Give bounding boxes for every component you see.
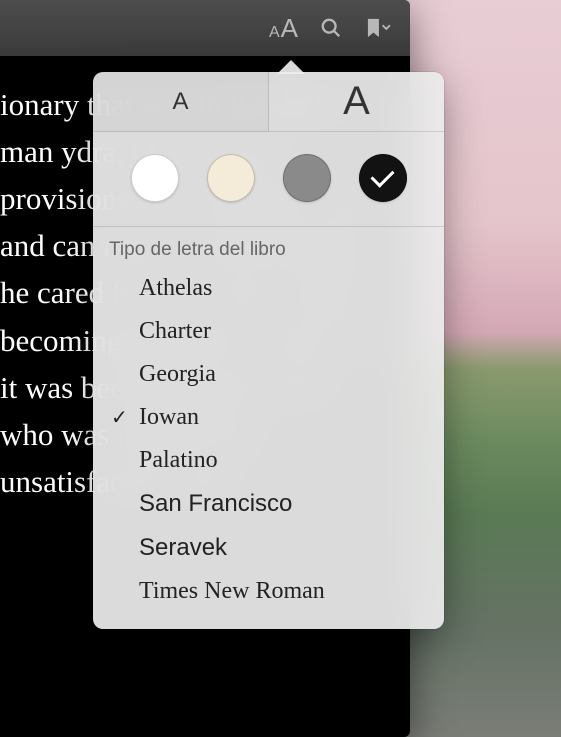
- theme-night-button[interactable]: [359, 154, 407, 202]
- font-option-label: Palatino: [139, 447, 428, 474]
- font-option-seravek[interactable]: Seravek: [93, 526, 444, 570]
- font-list-header: Tipo de letra del libro: [93, 227, 444, 267]
- font-option-label: Georgia: [139, 361, 428, 388]
- font-option-label: Seravek: [139, 534, 428, 562]
- font-option-label: Iowan: [139, 404, 428, 431]
- font-option-label: Charter: [139, 318, 428, 345]
- theme-sepia-button[interactable]: [207, 154, 255, 202]
- appearance-icon-small: A: [269, 24, 280, 42]
- search-icon: [320, 17, 342, 39]
- increase-font-button[interactable]: A: [269, 72, 444, 132]
- font-option-iowan[interactable]: ✓Iowan: [93, 396, 444, 439]
- font-option-charter[interactable]: Charter: [93, 310, 444, 353]
- font-size-controls: A A: [93, 72, 444, 132]
- theme-gray-button[interactable]: [283, 154, 331, 202]
- font-option-georgia[interactable]: Georgia: [93, 353, 444, 396]
- toolbar: A A: [0, 0, 410, 56]
- checkmark-icon: ✓: [111, 405, 139, 430]
- appearance-icon-large: A: [281, 13, 298, 44]
- font-option-label: Times New Roman: [139, 578, 428, 605]
- theme-controls: [93, 132, 444, 227]
- font-option-label: San Francisco: [139, 490, 428, 518]
- decrease-font-button[interactable]: A: [93, 72, 269, 132]
- theme-white-button[interactable]: [131, 154, 179, 202]
- font-option-times-new-roman[interactable]: Times New Roman: [93, 570, 444, 613]
- appearance-popover: A A Tipo de letra del libro Athelas Chart…: [93, 72, 444, 629]
- font-option-palatino[interactable]: Palatino: [93, 439, 444, 482]
- bookmark-icon: [364, 17, 392, 39]
- bookmark-button[interactable]: [364, 17, 392, 39]
- font-option-san-francisco[interactable]: San Francisco: [93, 482, 444, 526]
- font-list: AthelasCharterGeorgia✓IowanPalatinoSan F…: [93, 267, 444, 629]
- appearance-button[interactable]: A A: [269, 13, 298, 44]
- search-button[interactable]: [320, 17, 342, 39]
- font-option-label: Athelas: [139, 275, 428, 302]
- font-option-athelas[interactable]: Athelas: [93, 267, 444, 310]
